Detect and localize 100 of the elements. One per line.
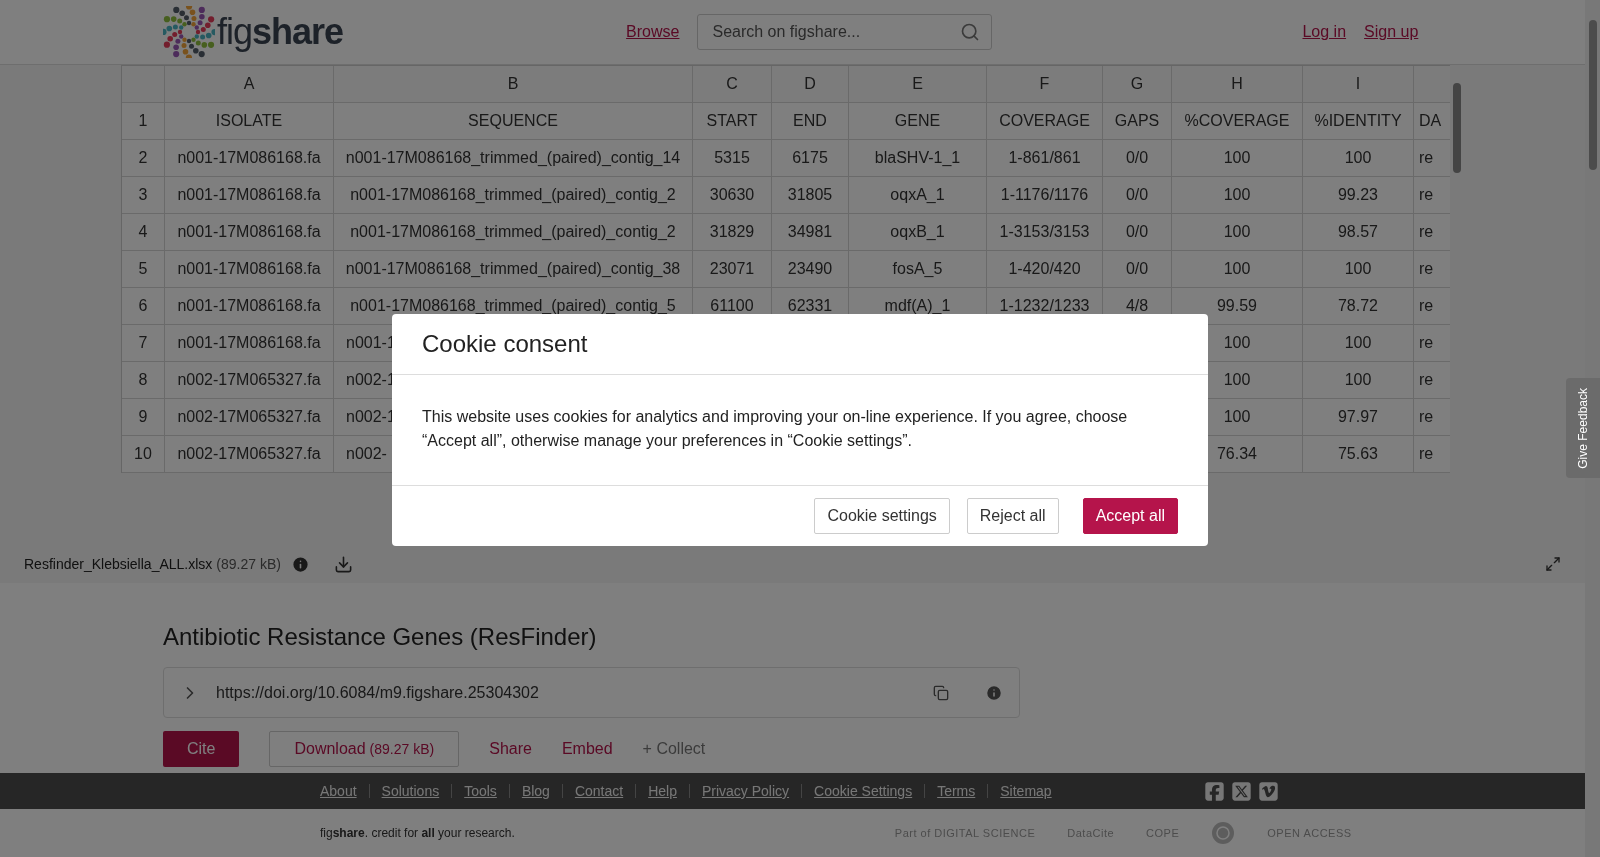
header-link[interactable]: Sign up [1364,23,1419,41]
table-cell: 99.23 [1303,177,1414,214]
table-cell: COVERAGE [987,103,1103,140]
table-cell: 100 [1303,140,1414,177]
table-cell: n002-17M065327.fa [165,362,334,399]
table-cell: GENE [849,103,987,140]
figshare-logo-icon [163,6,215,58]
table-cell: n001-17M086168_trimmed_(paired)_contig_2 [334,177,693,214]
table-cell: oqxB_1 [849,214,987,251]
column-header: C [693,66,772,103]
table-cell: SEQUENCE [334,103,693,140]
row-number: 5 [122,251,165,288]
file-size: (89.27 kB) [216,556,281,572]
dialog-text: This website uses cookies for analytics and improving your on-line experience. If you agree, choose “Accept all”, otherwise manage your preferences in “Cookie settings”. [392,375,1208,486]
table-cell: START [693,103,772,140]
footer-link[interactable]: Cookie Settings [801,784,925,798]
table-cell: n001-17M086168.fa [165,251,334,288]
dialog-button[interactable]: Reject all [966,498,1059,534]
browse-link[interactable]: Browse [626,23,680,41]
table-cell: END [772,103,849,140]
table-cell: 31805 [772,177,849,214]
table-cell: 97.97 [1303,399,1414,436]
action-button[interactable]: Cite [163,731,240,767]
column-header: B [334,66,693,103]
table-cell: 0/0 [1103,214,1172,251]
row-number: 7 [122,325,165,362]
action-link[interactable]: Embed [546,731,628,767]
file-name: Resfinder_Klebsiella_ALL.xlsx [24,556,213,572]
table-cell: ISOLATE [165,103,334,140]
footer-link[interactable]: Sitemap [987,784,1064,798]
column-header: G [1103,66,1172,103]
vimeo-icon[interactable] [1257,780,1279,802]
footer-link[interactable]: Blog [508,784,562,798]
footer-link[interactable]: Terms [924,784,988,798]
footer-link[interactable]: Privacy Policy [688,784,802,798]
download-icon[interactable] [333,554,353,574]
table-cell: 100 [1172,140,1303,177]
table-cell: 100 [1172,251,1303,288]
search-icon[interactable] [960,22,981,42]
column-header: D [772,66,849,103]
column-header: I [1303,66,1414,103]
action-button[interactable]: Download (89.27 kB) [269,731,460,767]
x-icon[interactable] [1230,780,1252,802]
table-cell: n002-17M065327.fa [165,436,334,473]
row-number: 9 [122,399,165,436]
table-cell: oqxA_1 [849,177,987,214]
footer-link[interactable]: Contact [561,784,636,798]
table-cell: n001-17M086168.fa [165,325,334,362]
copy-icon[interactable] [933,684,949,701]
table-cell: 0/0 [1103,140,1172,177]
search-field[interactable]: Search on figshare... [697,14,993,50]
dialog-button[interactable]: Cookie settings [814,498,950,534]
table-cell: n001-17M086168_trimmed_(paired)_contig_38 [334,251,693,288]
table-cell: 6175 [772,140,849,177]
footer-link[interactable]: Tools [451,784,509,798]
action-link[interactable]: + Collect [627,731,721,767]
table-cell: 98.57 [1303,214,1414,251]
table-cell: 30630 [693,177,772,214]
column-header: E [849,66,987,103]
table-cell: 5315 [693,140,772,177]
table-cell: n001-17M086168.fa [165,177,334,214]
info-icon[interactable] [290,554,310,574]
table-cell: n002-17M065327.fa [165,399,334,436]
feedback-tab[interactable]: Give Feedback [1566,378,1600,478]
table-cell: GAPS [1103,103,1172,140]
table-cell: 100 [1303,251,1414,288]
table-cell: %IDENTITY [1303,103,1414,140]
facebook-icon[interactable] [1203,780,1225,802]
table-cell: blaSHV-1_1 [849,140,987,177]
table-cell: fosA_5 [849,251,987,288]
column-header: H [1172,66,1303,103]
item-title: Antibiotic Resistance Genes (ResFinder) [163,623,598,651]
footer-link[interactable]: Solutions [368,784,452,798]
table-cell: 1-3153/3153 [987,214,1103,251]
table-cell: 31829 [693,214,772,251]
table-cell: 1-861/861 [987,140,1103,177]
row-number: 10 [122,436,165,473]
table-cell: 0/0 [1103,251,1172,288]
dialog-title: Cookie consent [422,330,588,358]
table-cell: n001-17M086168.fa [165,214,334,251]
table-cell: 78.72 [1303,288,1414,325]
footer-link[interactable]: Help [635,784,689,798]
dialog-button[interactable]: Accept all [1082,498,1178,534]
column-header: A [165,66,334,103]
table-cell: 100 [1303,362,1414,399]
table-cell: 23071 [693,251,772,288]
table-cell: n001-17M086168_trimmed_(paired)_contig_2 [334,214,693,251]
row-number: 6 [122,288,165,325]
header-link[interactable]: Log in [1302,23,1347,41]
table-cell: %COVERAGE [1172,103,1303,140]
table-cell: 34981 [772,214,849,251]
table-cell: 1-1176/1176 [987,177,1103,214]
action-link[interactable]: Share [474,731,547,767]
fullscreen-icon[interactable] [1545,556,1561,572]
row-number: 3 [122,177,165,214]
row-number: 2 [122,140,165,177]
tagline: figshare. credit for all your research. [320,826,515,840]
footer-link[interactable]: About [320,784,369,798]
table-cell: 0/0 [1103,177,1172,214]
table-cell: n001-17M086168.fa [165,140,334,177]
